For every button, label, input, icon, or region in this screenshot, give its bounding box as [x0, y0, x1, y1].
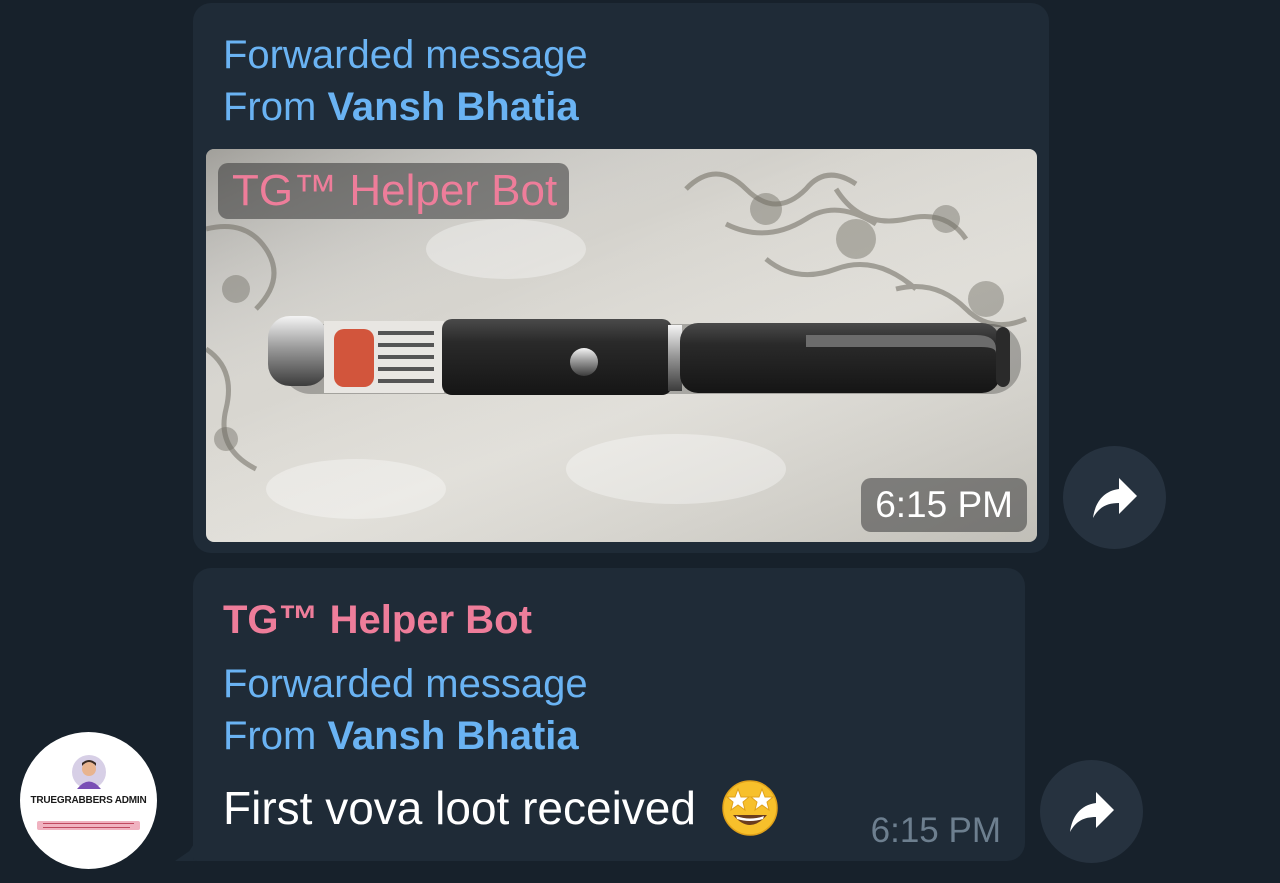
chat-view: Forwarded message From Vansh Bhatia TG™ … — [0, 0, 1280, 883]
forwarded-header: Forwarded message — [223, 660, 588, 708]
forwarded-label: Forwarded message — [223, 33, 588, 77]
share-button[interactable] — [1063, 446, 1166, 549]
forwarded-from: From Vansh Bhatia — [223, 712, 579, 760]
avatar-banner — [37, 821, 140, 830]
message-photo[interactable]: TG™ Helper Bot 6:15 PM — [206, 149, 1037, 542]
forwarded-from-name[interactable]: Vansh Bhatia — [327, 714, 578, 758]
laser-pen — [268, 316, 1021, 395]
photo-timestamp: 6:15 PM — [861, 478, 1027, 532]
message-timestamp: 6:15 PM — [870, 811, 1001, 850]
share-button[interactable] — [1040, 760, 1143, 863]
avatar-label: TRUEGRABBERS ADMIN — [30, 795, 147, 806]
from-prefix: From — [223, 714, 317, 758]
share-arrow-icon — [1070, 792, 1114, 832]
message-bubble-text[interactable]: TG™ Helper Bot Forwarded message From Va… — [193, 568, 1025, 861]
forwarded-label: Forwarded message — [223, 662, 588, 706]
star-struck-emoji-icon — [722, 780, 778, 836]
message-text: First vova loot received — [223, 782, 696, 834]
message-bubble-photo[interactable]: Forwarded message From Vansh Bhatia TG™ … — [193, 3, 1049, 553]
forwarded-header: Forwarded message — [223, 31, 588, 79]
share-arrow-icon — [1093, 478, 1137, 518]
from-prefix: From — [223, 85, 317, 129]
message-text-line: First vova loot received — [223, 780, 779, 837]
sender-avatar[interactable]: TRUEGRABBERS ADMIN — [20, 732, 157, 869]
forwarded-from-name[interactable]: Vansh Bhatia — [327, 85, 578, 129]
photo-sender-overlay: TG™ Helper Bot — [218, 163, 570, 219]
forwarded-from: From Vansh Bhatia — [223, 83, 579, 131]
sender-name[interactable]: TG™ Helper Bot — [223, 596, 532, 644]
